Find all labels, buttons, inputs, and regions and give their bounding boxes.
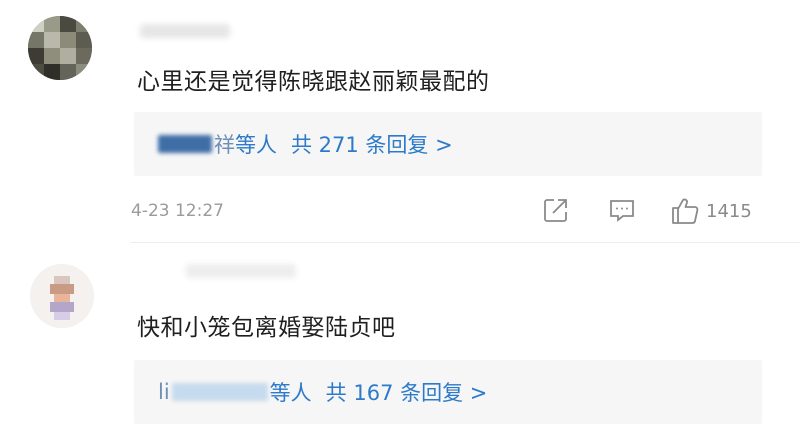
reply-username-fragment: li xyxy=(158,380,170,404)
replies-preview[interactable]: 祥 等人 共 271 条回复 > xyxy=(134,112,762,176)
like-count: 1415 xyxy=(706,200,752,222)
share-icon xyxy=(542,196,570,224)
avatar[interactable] xyxy=(30,264,94,328)
thumbs-up-icon xyxy=(670,196,700,226)
replies-who: 等人 xyxy=(269,381,312,405)
comment-item: 快和小笼包离婚娶陆贞吧 li 等人 共 167 条回复 > xyxy=(0,250,800,443)
reply-username-blur xyxy=(158,135,212,153)
share-button[interactable] xyxy=(542,196,570,224)
comment-text: 心里还是觉得陈晓跟赵丽颖最配的 xyxy=(137,69,490,95)
comment-button[interactable] xyxy=(608,196,636,224)
reply-username-blur xyxy=(171,383,268,401)
divider xyxy=(131,242,800,243)
reply-username-fragment: 祥 xyxy=(214,133,235,157)
username[interactable] xyxy=(140,24,230,38)
avatar[interactable] xyxy=(28,16,92,80)
replies-who: 等人 xyxy=(235,133,277,157)
replies-preview[interactable]: li 等人 共 167 条回复 > xyxy=(134,360,762,424)
comment-icon xyxy=(608,196,636,224)
comment-text: 快和小笼包离婚娶陆贞吧 xyxy=(137,315,396,341)
comment-timestamp: 4-23 12:27 xyxy=(131,201,224,221)
comment-item: 心里还是觉得陈晓跟赵丽颖最配的 祥 等人 共 271 条回复 > 4-23 12… xyxy=(0,0,800,245)
replies-count-link[interactable]: 共 167 条回复 > xyxy=(326,377,488,407)
username[interactable] xyxy=(186,264,296,278)
like-button[interactable]: 1415 xyxy=(670,196,752,226)
replies-count-link[interactable]: 共 271 条回复 > xyxy=(291,129,453,159)
